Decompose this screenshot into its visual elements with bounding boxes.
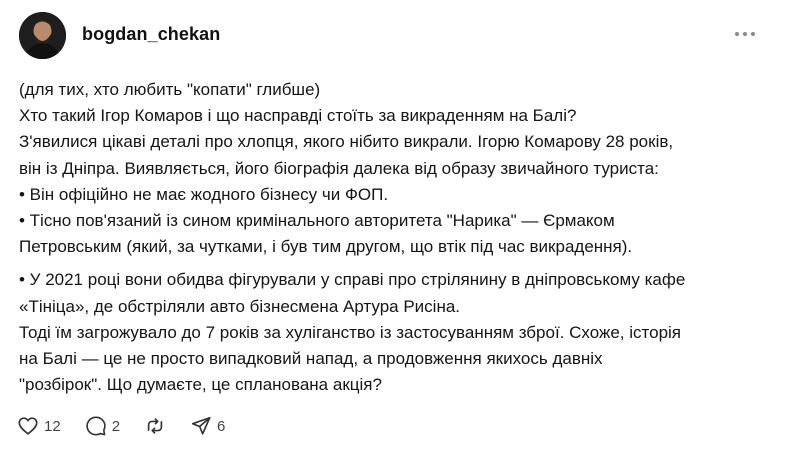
more-options-button[interactable] (730, 22, 760, 46)
avatar-image (19, 12, 66, 59)
post-text: (для тих, хто любить "копати" глибше) Хт… (19, 77, 769, 398)
post-line: "розбірок". Що думаєте, це спланована ак… (19, 375, 382, 395)
post-line: на Балі — це не просто випадковий напад,… (19, 349, 603, 369)
like-button[interactable]: 12 (17, 415, 61, 437)
heart-icon (18, 417, 38, 435)
comment-count: 2 (111, 417, 121, 435)
post: bogdan_chekan (для тих, хто любить "копа… (0, 0, 787, 449)
post-line: Хто такий Ігор Комаров і що насправді ст… (19, 106, 577, 126)
share-count: 6 (217, 417, 226, 435)
avatar[interactable] (19, 12, 66, 59)
username[interactable]: bogdan_chekan (82, 24, 220, 45)
like-count: 12 (44, 417, 61, 435)
share-button[interactable]: 6 (190, 415, 225, 437)
post-line: він із Дніпра. Виявляється, його біограф… (19, 158, 659, 178)
send-icon (191, 416, 211, 435)
post-line: З'явилися цікаві деталі про хлопця, яког… (19, 132, 674, 152)
post-line: • У 2021 році вони обидва фігурували у с… (19, 270, 686, 290)
post-line: • Він офіційно не має жодного бізнесу чи… (19, 184, 389, 204)
post-line: (для тих, хто любить "копати" глибше) (19, 80, 321, 99)
post-line: «Тініца», де обстріляли авто бізнесмена … (19, 296, 461, 316)
comment-bubble-icon (85, 416, 106, 436)
action-bar: 12 2 6 (17, 413, 249, 439)
more-horizontal-icon (735, 32, 739, 36)
repost-icon (147, 418, 163, 434)
repost-button[interactable] (144, 415, 166, 437)
comment-button[interactable]: 2 (85, 415, 120, 437)
post-line: Тоді їм загрожувало до 7 років за хуліга… (19, 322, 682, 342)
post-line: • Тісно пов'язаний із сином кримінальног… (19, 211, 615, 231)
post-line: Петровським (який, за чутками, і був тим… (19, 237, 633, 257)
